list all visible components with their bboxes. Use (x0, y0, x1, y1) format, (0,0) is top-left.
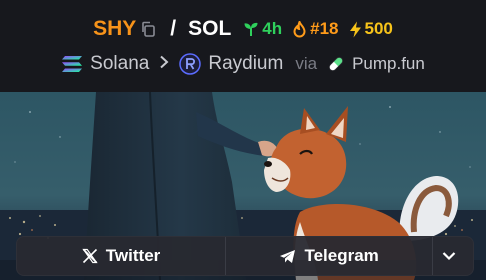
pair-age-value: 4h (262, 19, 283, 38)
launchpad-name[interactable]: Pump.fun (352, 54, 425, 74)
base-token-symbol: SHY (93, 17, 137, 40)
chevron-down-icon (442, 252, 456, 261)
social-links-bar: Twitter Telegram (16, 236, 474, 276)
more-links-button[interactable] (433, 237, 473, 275)
chain-name[interactable]: Solana (90, 53, 149, 75)
pill-icon (327, 55, 345, 73)
x-logo-icon (82, 248, 98, 264)
via-label: via (295, 54, 318, 73)
trending-rank-value: #18 (310, 19, 339, 38)
telegram-icon (280, 249, 296, 263)
raydium-icon (179, 53, 202, 75)
twitter-link[interactable]: Twitter (17, 237, 227, 275)
flame-icon (293, 20, 306, 37)
bolt-icon (349, 21, 361, 37)
trending-rank[interactable]: #18 (292, 19, 339, 39)
telegram-link-label: Telegram (304, 246, 379, 265)
quote-token-symbol: SOL (188, 17, 232, 40)
solana-icon (61, 55, 83, 73)
pair-title-row: SHY / SOL 4h #18 500 (0, 14, 486, 44)
pair-header: SHY / SOL 4h #18 500 Solana Raydium via … (0, 0, 486, 92)
route-row: Solana Raydium via Pump.fun (0, 50, 486, 78)
chevron-right-icon (159, 54, 169, 74)
copy-icon[interactable] (140, 19, 160, 39)
dex-name[interactable]: Raydium (208, 53, 283, 75)
boosts-value: 500 (364, 19, 393, 38)
sprout-icon (244, 22, 258, 36)
pair-age: 4h (243, 19, 282, 39)
pair-separator: / (170, 17, 177, 40)
boosts-badge[interactable]: 500 (349, 19, 393, 39)
telegram-link[interactable]: Telegram (226, 237, 434, 275)
twitter-link-label: Twitter (105, 246, 161, 265)
